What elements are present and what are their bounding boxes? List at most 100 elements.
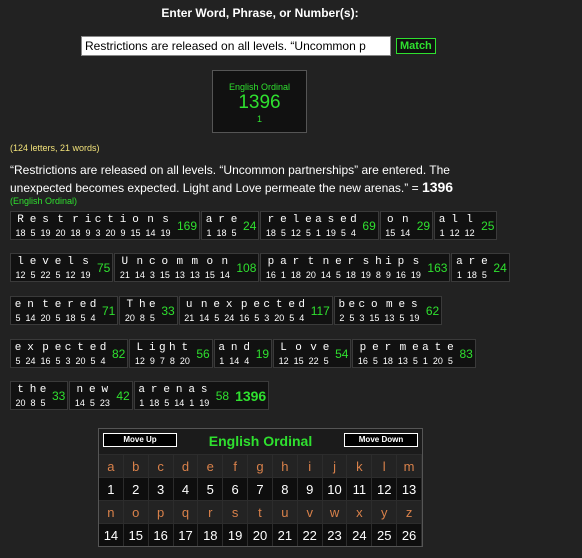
letter-value: 5: [89, 398, 95, 408]
word-letter: i: [119, 214, 127, 226]
word-letter: r: [218, 214, 225, 226]
word-letters: b e c o m e s 2 5 3 15 13 5 19: [337, 299, 422, 324]
cipher-rank: 1: [256, 114, 262, 124]
word-letter: s: [42, 214, 49, 226]
word-letter: n: [200, 299, 208, 311]
word-letter: d: [89, 299, 97, 311]
word-letter: x: [225, 299, 233, 311]
word-letters: Th e 20 8 5: [122, 299, 157, 324]
grid-number: 22: [297, 523, 323, 546]
word-box[interactable]: a r e 1 18 5 24: [201, 211, 260, 240]
letter-value: 14: [145, 228, 156, 238]
word-box[interactable]: a n d 1 14 4 19: [213, 339, 273, 368]
phrase-input[interactable]: Restrictions are released on all levels.…: [81, 36, 391, 56]
word-letter: a: [188, 384, 196, 396]
letter-value: 9: [120, 228, 126, 238]
grid-letter: k: [347, 454, 373, 477]
letter-value: 12: [464, 228, 475, 238]
word-letter: e: [447, 342, 454, 354]
word-letter: w: [101, 384, 109, 396]
word-box[interactable]: Lo v e 12 15 22 5 54: [273, 339, 352, 368]
word-box[interactable]: p a r t n e r s h i p s 16 1 18 20 14 5 18 19 8 9 16 19 163: [260, 253, 451, 282]
letter-value: 3: [65, 356, 71, 366]
word-letter: L: [280, 342, 287, 354]
letter-value: 4: [350, 228, 356, 238]
word-box[interactable]: n e w 14 5 23 42: [69, 381, 133, 410]
word-box[interactable]: r e l e a s e d 18 5 12 5 1 19 5 4 69: [260, 211, 379, 240]
word-box[interactable]: a l l 1 12 12 25: [434, 211, 498, 240]
word-letter: e: [39, 384, 47, 396]
grid-letter: n: [99, 500, 124, 523]
word-box[interactable]: Re s t r i c t i o n s 18 5 19 20 18 9 3 20 9 15 14 19 169: [10, 211, 201, 240]
word-letter: e: [398, 299, 406, 311]
word-letter: i: [385, 256, 392, 268]
letter-value: 14: [219, 270, 230, 280]
word-box[interactable]: p e r m e a t e 16 5 18 13 5 1 20 5 83: [352, 339, 476, 368]
letter-value: 22: [308, 356, 319, 366]
word-box[interactable]: Li g h t 12 9 7 8 20 56: [129, 339, 213, 368]
letter-value: 20: [432, 356, 443, 366]
word-box[interactable]: u n e x p e c t e d 21 14 5 24 16 5 3 20 5 4 117: [178, 296, 333, 325]
word-letter: e: [54, 256, 62, 268]
grid-number: 10: [322, 477, 348, 500]
word-row: t h e 20 8 5 33 n e w 14 5 23 42 a r e n a s 1 18 5 14 1 19 58 1396: [10, 381, 270, 410]
letter-value: 13: [384, 313, 395, 323]
word-box[interactable]: Th e 20 8 5 33: [119, 296, 178, 325]
letter-value: 5: [15, 356, 21, 366]
quote-equals: =: [408, 181, 422, 195]
letter-value: 5: [280, 228, 286, 238]
word-letter: o: [371, 299, 378, 311]
grid-number: 20: [248, 523, 273, 546]
word-box[interactable]: o n 15 14 29: [379, 211, 434, 240]
word-letters: a n d 1 14 4: [217, 342, 252, 367]
letter-value: 5: [323, 356, 329, 366]
word-letters: r e l e a s e d 18 5 12 5 1 19 5 4: [263, 214, 358, 239]
word-letter: s: [327, 214, 335, 226]
letter-value: 18: [290, 270, 301, 280]
word-letter: l: [451, 214, 458, 226]
word-letter: n: [136, 256, 144, 268]
grid-number: 24: [347, 523, 373, 546]
letter-value: 2: [339, 313, 345, 323]
letter-value: 16: [357, 356, 368, 366]
word-box[interactable]: a r e n a s 1 18 5 14 1 19 58 1396: [133, 381, 270, 410]
word-letter: r: [150, 384, 158, 396]
word-box[interactable]: a r e 1 18 5 24: [451, 253, 510, 282]
letter-value: 5: [372, 356, 378, 366]
match-button[interactable]: Match: [396, 38, 436, 54]
word-row: e n t e r e d 5 14 20 5 18 5 4 71 Th e 20 8 5 33 u n e x p e c t e d 21…: [10, 296, 443, 325]
letter-value: 15: [130, 228, 141, 238]
word-letter: a: [138, 384, 146, 396]
word-box[interactable]: e n t e r e d 5 14 20 5 18 5 4 71: [10, 296, 119, 325]
letter-value-grid: a b c d e f g h i j k l m 1 2 3 4 5 6 7 8 9 10 11 12 13 n o p q r s t u v w…: [99, 454, 422, 546]
grid-number: 4: [173, 477, 199, 500]
word-letter: t: [107, 214, 114, 226]
word-letter: l: [17, 256, 24, 268]
letter-value: 1: [206, 228, 212, 238]
letter-value: 9: [85, 228, 91, 238]
word-box[interactable]: Un c o m m o n 21 14 3 15 13 13 15 14 108: [114, 253, 260, 282]
move-down-button[interactable]: Move Down: [344, 433, 418, 447]
word-box[interactable]: b e c o m e s 2 5 3 15 13 5 19 62: [333, 296, 443, 325]
grid-number: 1: [99, 477, 124, 500]
grid-number: 18: [198, 523, 224, 546]
word-letters: a r e 1 18 5: [454, 256, 489, 281]
word-letter: s: [162, 214, 169, 226]
grid-number: 16: [148, 523, 174, 546]
cipher-result-box[interactable]: English Ordinal 1396 1: [212, 70, 307, 133]
word-letter: e: [348, 299, 356, 311]
quote-text: “Restrictions are released on all levels…: [10, 163, 450, 195]
letter-value: 1: [219, 356, 225, 366]
word-box[interactable]: e x p e c t e d 5 24 16 5 3 20 5 4 82: [10, 339, 129, 368]
grid-number: 9: [297, 477, 323, 500]
word-box[interactable]: l e v e l s 12 5 22 5 12 19 75: [10, 253, 114, 282]
letter-value: 18: [466, 270, 477, 280]
word-box[interactable]: t h e 20 8 5 33: [10, 381, 69, 410]
word-letter: e: [340, 214, 347, 226]
letter-value: 16: [395, 270, 406, 280]
word-row: Re s t r i c t i o n s 18 5 19 20 18 9 3 20 9 15 14 19 169 a r e 1 1…: [10, 211, 498, 240]
word-letter: s: [362, 256, 370, 268]
grid-number: 8: [272, 477, 298, 500]
letter-value: 4: [299, 313, 305, 323]
letter-value: 23: [99, 398, 110, 408]
